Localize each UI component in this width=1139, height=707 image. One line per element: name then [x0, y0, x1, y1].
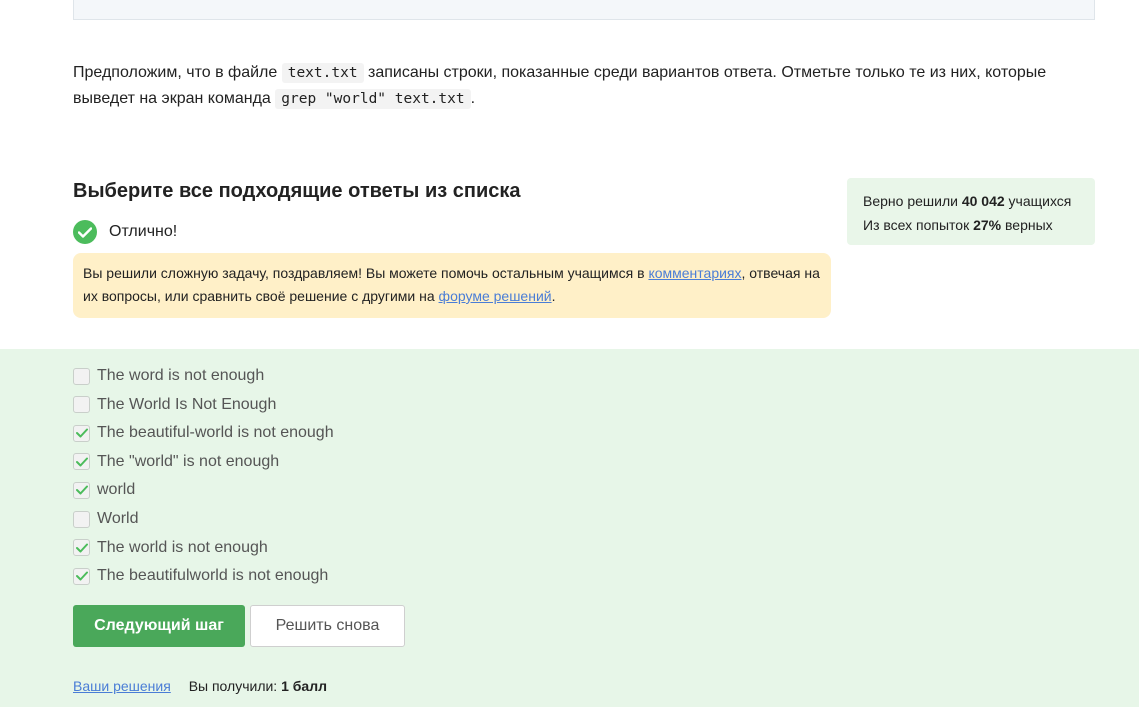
answer-option[interactable]: The beautiful-world is not enough: [73, 424, 334, 442]
checkbox-unchecked[interactable]: [73, 396, 90, 414]
question-part-3: .: [470, 90, 476, 107]
stats-percent-line: Из всех попыток 27% верных: [863, 213, 1079, 237]
checkbox-checked[interactable]: [73, 539, 90, 557]
comments-link[interactable]: комментариях: [648, 265, 741, 281]
checkbox-checked[interactable]: [73, 481, 90, 499]
question-part-1: Предположим, что в файле: [73, 64, 278, 81]
answer-option[interactable]: World: [73, 510, 139, 528]
stats-panel: Верно решили 40 042 учащихся Из всех поп…: [847, 178, 1095, 245]
checkbox-unchecked[interactable]: [73, 367, 90, 385]
checkmark-icon: [75, 428, 88, 438]
solutions-forum-link[interactable]: форуме решений: [439, 288, 552, 304]
answer-option-label: The World Is Not Enough: [97, 395, 277, 413]
score-value: 1 балл: [281, 678, 327, 694]
answer-option[interactable]: The World Is Not Enough: [73, 396, 276, 414]
answer-option-label: The world is not enough: [97, 538, 268, 556]
checkbox-checked[interactable]: [73, 453, 90, 471]
answer-option-label: The "world" is not enough: [97, 452, 280, 470]
your-solutions-link[interactable]: Ваши решения: [73, 678, 171, 694]
question-text: Предположим, что в файле text.txt записа…: [73, 60, 1083, 112]
congrats-banner: Вы решили сложную задачу, поздравляем! В…: [73, 253, 831, 318]
status-text: Отлично!: [109, 223, 178, 240]
answer-option[interactable]: world: [73, 481, 135, 499]
answer-section-title: Выберите все подходящие ответы из списка: [73, 180, 521, 202]
result-status: Отлично!: [73, 220, 177, 244]
answer-option[interactable]: The beautifulworld is not enough: [73, 567, 328, 585]
stats-percent-suffix: верных: [1005, 217, 1053, 233]
checkbox-checked[interactable]: [73, 567, 90, 585]
answer-option-label: World: [97, 510, 139, 527]
congrats-text-1: Вы решили сложную задачу, поздравляем! В…: [83, 265, 645, 281]
answer-option-label: The word is not enough: [97, 367, 265, 384]
answer-option-label: The beautiful-world is not enough: [97, 424, 334, 442]
checkmark-icon: [75, 571, 88, 581]
solve-again-button[interactable]: Решить снова: [250, 605, 405, 647]
footer-line: Ваши решения Вы получили: 1 балл: [73, 678, 327, 694]
answer-option[interactable]: The world is not enough: [73, 539, 268, 557]
answer-option-label: world: [97, 481, 136, 499]
answer-option[interactable]: The word is not enough: [73, 367, 264, 385]
stats-percent-prefix: Из всех попыток: [863, 217, 970, 233]
check-circle-icon: [73, 220, 97, 244]
answer-option[interactable]: The "world" is not enough: [73, 453, 279, 471]
stats-solved-prefix: Верно решили: [863, 193, 958, 209]
stats-solved-line: Верно решили 40 042 учащихся: [863, 189, 1079, 213]
next-step-button[interactable]: Следующий шаг: [73, 605, 245, 647]
answer-option-label: The beautifulworld is not enough: [97, 567, 329, 585]
stats-percent-value: 27%: [973, 217, 1002, 233]
stats-solved-suffix: учащихся: [1008, 193, 1072, 209]
checkmark-icon: [75, 543, 88, 553]
code-filename: text.txt: [281, 63, 364, 83]
checkmark-icon: [75, 457, 88, 467]
checkbox-unchecked[interactable]: [73, 510, 90, 528]
code-command: grep "world" text.txt: [275, 89, 471, 109]
stats-solved-count: 40 042: [961, 193, 1005, 209]
previous-content-box: [73, 0, 1095, 20]
score-prefix: Вы получили:: [188, 678, 278, 694]
checkmark-icon: [75, 485, 88, 495]
checkbox-checked[interactable]: [73, 424, 90, 442]
congrats-text-3: .: [551, 288, 556, 304]
